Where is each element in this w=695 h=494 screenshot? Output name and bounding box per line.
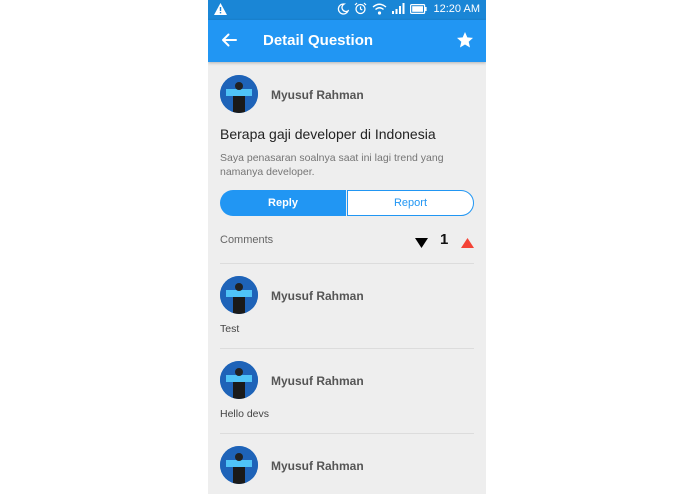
avatar[interactable] (220, 361, 258, 399)
star-icon[interactable] (456, 31, 474, 54)
vote-count: 1 (440, 231, 449, 248)
comment-author[interactable]: Myusuf Rahman (271, 289, 364, 303)
phone-screen: 12:20 AM Detail Question Myusuf Rahman B… (208, 0, 486, 494)
app-bar: Detail Question (208, 20, 486, 62)
status-bar: 12:20 AM (208, 0, 486, 20)
comments-label: Comments (220, 234, 274, 246)
moon-icon (337, 2, 349, 15)
divider (220, 348, 474, 349)
avatar[interactable] (220, 446, 258, 484)
avatar[interactable] (220, 276, 258, 314)
warning-icon (214, 3, 227, 18)
comment-author[interactable]: Myusuf Rahman (271, 374, 364, 388)
comment-text: Test (220, 323, 240, 335)
upvote-icon[interactable] (461, 235, 474, 253)
avatar[interactable] (220, 75, 258, 113)
wifi-icon (372, 3, 387, 15)
status-time: 12:20 AM (433, 2, 480, 15)
report-button[interactable]: Report (347, 190, 474, 216)
signal-icon (391, 3, 405, 14)
divider (220, 263, 474, 264)
comment-text: Hello devs (220, 408, 270, 420)
battery-icon (409, 3, 427, 14)
page-title: Detail Question (263, 32, 374, 49)
question-body: Saya penasaran soalnya saat ini lagi tre… (220, 152, 444, 178)
divider (220, 433, 474, 434)
arrow-left-icon[interactable] (220, 31, 238, 54)
alarm-icon (354, 2, 367, 15)
downvote-icon[interactable] (415, 235, 428, 253)
question-title: Berapa gaji developer di Indonesia (220, 126, 436, 142)
question-author[interactable]: Myusuf Rahman (271, 88, 364, 102)
comment-author[interactable]: Myusuf Rahman (271, 459, 364, 473)
reply-button[interactable]: Reply (220, 190, 346, 216)
